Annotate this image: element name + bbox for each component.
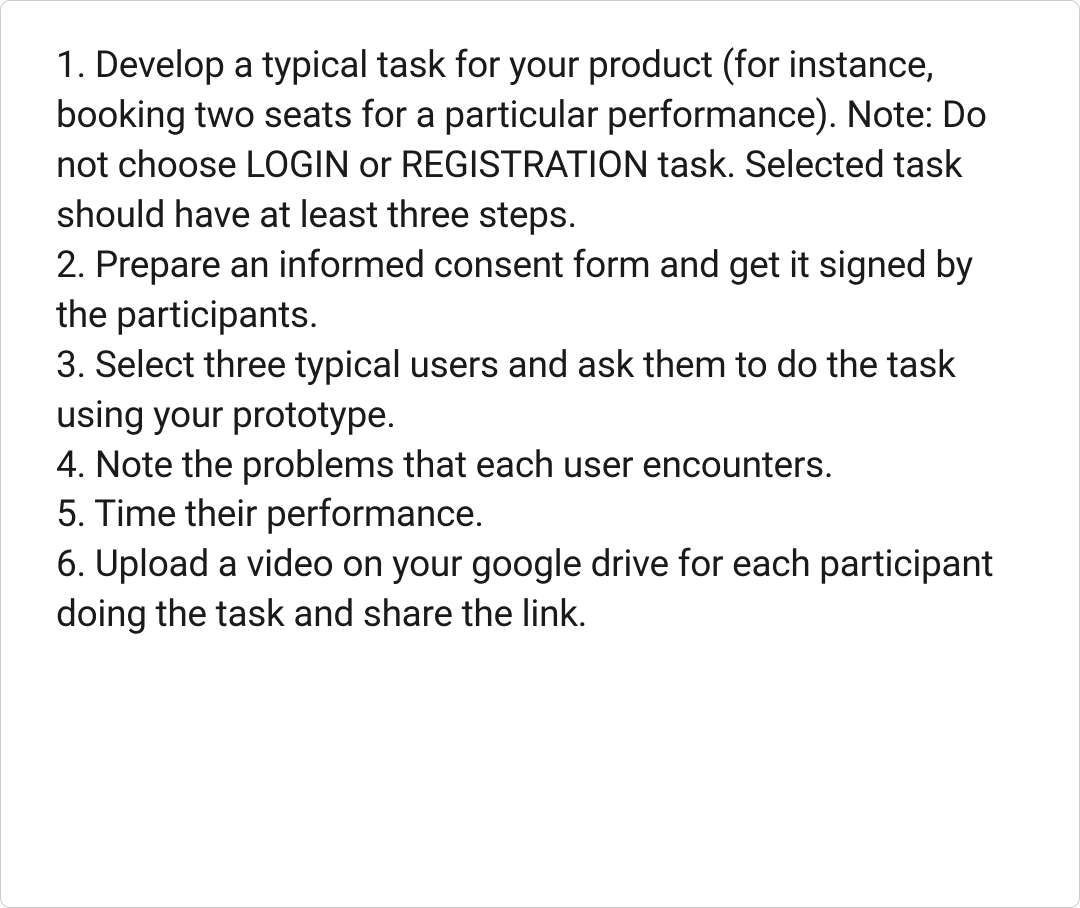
instruction-item-6: 6. Upload a video on your google drive f…: [56, 540, 1029, 640]
instruction-list: 1. Develop a typical task for your produ…: [56, 41, 1029, 640]
instruction-item-4: 4. Note the problems that each user enco…: [56, 441, 1029, 491]
document-container: 1. Develop a typical task for your produ…: [0, 0, 1080, 908]
instruction-item-5: 5. Time their performance.: [56, 490, 1029, 540]
instruction-item-3: 3. Select three typical users and ask th…: [56, 341, 1029, 441]
instruction-item-1: 1. Develop a typical task for your produ…: [56, 41, 1029, 241]
instruction-item-2: 2. Prepare an informed consent form and …: [56, 241, 1029, 341]
